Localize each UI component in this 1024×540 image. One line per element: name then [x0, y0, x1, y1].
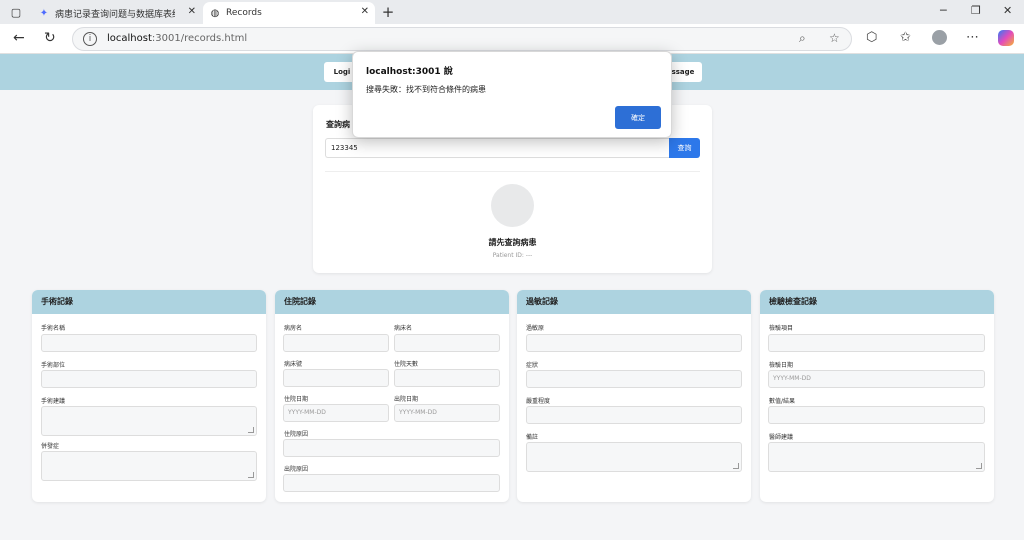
restore-icon[interactable]: ❐	[971, 4, 981, 17]
close-icon[interactable]: ✕	[188, 6, 196, 17]
new-tab-icon[interactable]: +	[378, 2, 398, 22]
dialog-title: localhost:3001 說	[366, 67, 453, 77]
surgery-site-input[interactable]	[41, 370, 257, 388]
favorite-star-icon[interactable]: ☆	[829, 31, 840, 45]
card-title: 檢驗檢查記錄	[760, 290, 994, 314]
doctor-advice-textarea[interactable]	[768, 442, 985, 472]
more-icon[interactable]: ⋯	[966, 30, 979, 45]
stay-days-input[interactable]	[394, 369, 500, 387]
tab-label: 病患记录查询问题与数据库表结构	[55, 9, 175, 20]
window-close-icon[interactable]: ✕	[1003, 4, 1012, 17]
copilot-icon[interactable]	[998, 30, 1014, 46]
field-label: 病床名	[394, 325, 413, 332]
card-title: 手術記錄	[32, 290, 266, 314]
address-bar[interactable]: i localhost:3001/records.html ⌕ ☆	[72, 27, 852, 51]
patient-search-input[interactable]: 123345	[325, 138, 669, 158]
tab-records[interactable]: ◍ Records ✕	[203, 2, 375, 24]
globe-icon: ◍	[210, 7, 220, 19]
field-label: 病床號	[284, 361, 303, 368]
admit-date-input[interactable]: YYYY-MM-DD	[283, 404, 389, 422]
query-button[interactable]: 查詢	[669, 138, 700, 158]
favorites-icon[interactable]: ✩	[900, 30, 911, 45]
field-label: 手術建議	[41, 398, 66, 405]
field-label: 備註	[526, 434, 539, 441]
field-label: 住院日期	[284, 396, 309, 403]
admit-reason-input[interactable]	[283, 439, 500, 457]
browser-tab-bar: ▢ ✦ 病患记录查询问题与数据库表结构 ✕ ◍ Records ✕ + ─ ❐ …	[0, 0, 1024, 24]
field-label: 醫師建議	[769, 434, 794, 441]
discharge-date-input[interactable]: YYYY-MM-DD	[394, 404, 500, 422]
field-label: 過敏原	[526, 325, 545, 332]
card-title: 過敏記錄	[517, 290, 751, 314]
severity-input[interactable]	[526, 406, 742, 424]
minimize-icon[interactable]: ─	[940, 4, 947, 17]
tab-actions-icon[interactable]: ▢	[6, 3, 26, 21]
symptom-input[interactable]	[526, 370, 742, 388]
patient-name: 請先查詢病患	[488, 238, 537, 247]
card-title: 住院記錄	[275, 290, 509, 314]
field-label: 出院日期	[394, 396, 419, 403]
field-label: 手術部位	[41, 362, 66, 369]
lab-record-card: 檢驗檢查記錄 檢驗項目 檢驗日期 YYYY-MM-DD 數值/結果 醫師建議	[760, 290, 994, 502]
profile-avatar[interactable]	[932, 30, 947, 45]
field-label: 病房名	[284, 325, 303, 332]
dialog-ok-button[interactable]: 確定	[615, 106, 661, 129]
surgery-name-input[interactable]	[41, 334, 257, 352]
field-label: 檢驗日期	[769, 362, 794, 369]
bed-number-input[interactable]	[283, 369, 389, 387]
field-label: 出院原因	[284, 466, 309, 473]
field-label: 症狀	[526, 362, 539, 369]
field-label: 併發症	[41, 443, 60, 450]
patient-avatar	[491, 184, 534, 227]
surgery-record-card: 手術記錄 手術名稱 手術部位 手術建議 併發症	[32, 290, 266, 502]
back-icon[interactable]: ←	[13, 30, 25, 46]
divider	[325, 171, 700, 172]
bed-name-input[interactable]	[394, 334, 500, 352]
field-label: 手術名稱	[41, 325, 66, 332]
complication-textarea[interactable]	[41, 451, 257, 481]
allergen-input[interactable]	[526, 334, 742, 352]
allergy-record-card: 過敏記錄 過敏原 症狀 嚴重程度 備註	[517, 290, 751, 502]
surgery-advice-textarea[interactable]	[41, 406, 257, 436]
discharge-reason-input[interactable]	[283, 474, 500, 492]
note-textarea[interactable]	[526, 442, 742, 472]
lab-value-input[interactable]	[768, 406, 985, 424]
whale-icon: ✦	[39, 7, 49, 19]
url-text: localhost:3001/records.html	[107, 33, 248, 44]
zoom-icon[interactable]: ⌕	[799, 31, 806, 46]
query-title: 查詢病	[326, 120, 350, 129]
tab-chat[interactable]: ✦ 病患记录查询问题与数据库表结构 ✕	[32, 2, 202, 24]
admission-record-card: 住院記錄 病房名 病床名 病床號 住院天數 住院日期 YYYY-MM-DD 出院…	[275, 290, 509, 502]
lab-item-input[interactable]	[768, 334, 985, 352]
alert-dialog: localhost:3001 說 搜尋失敗：找不到符合條件的病患 確定	[352, 51, 672, 138]
ward-input[interactable]	[283, 334, 389, 352]
field-label: 住院天數	[394, 361, 419, 368]
browser-toolbar: ← ↻ i localhost:3001/records.html ⌕ ☆ ⬡ …	[0, 24, 1024, 54]
lab-date-input[interactable]: YYYY-MM-DD	[768, 370, 985, 388]
field-label: 嚴重程度	[526, 398, 551, 405]
field-label: 住院原因	[284, 431, 309, 438]
reload-icon[interactable]: ↻	[44, 30, 56, 46]
field-label: 數值/結果	[769, 398, 796, 405]
extensions-icon[interactable]: ⬡	[866, 30, 877, 45]
tab-label: Records	[226, 8, 262, 18]
dialog-message: 搜尋失敗：找不到符合條件的病患	[366, 85, 486, 94]
patient-id: Patient ID: ---	[492, 252, 533, 259]
field-label: 檢驗項目	[769, 325, 794, 332]
info-icon[interactable]: i	[83, 32, 97, 46]
close-icon[interactable]: ✕	[361, 6, 369, 17]
